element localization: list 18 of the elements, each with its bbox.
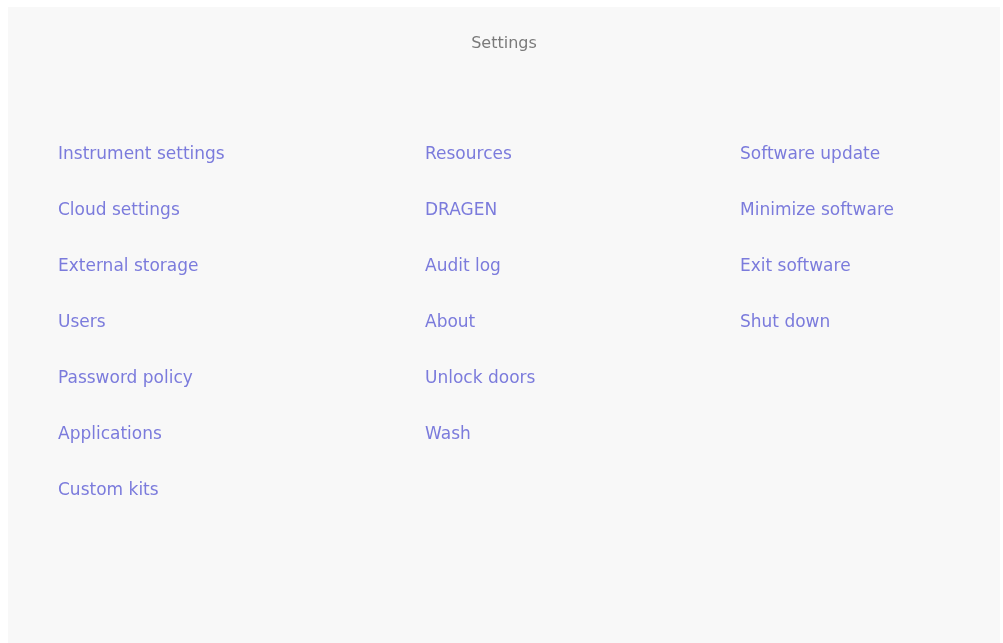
- settings-link[interactable]: About: [425, 293, 476, 349]
- settings-link[interactable]: External storage: [58, 237, 199, 293]
- settings-link[interactable]: Password policy: [58, 349, 193, 405]
- settings-link[interactable]: Minimize software: [740, 181, 894, 237]
- settings-link[interactable]: Shut down: [740, 293, 831, 349]
- settings-link[interactable]: Instrument settings: [58, 125, 225, 181]
- settings-link[interactable]: Cloud settings: [58, 181, 180, 237]
- settings-link[interactable]: Custom kits: [58, 461, 159, 517]
- settings-link[interactable]: Wash: [425, 405, 471, 461]
- settings-link[interactable]: Software update: [740, 125, 881, 181]
- settings-link[interactable]: DRAGEN: [425, 181, 498, 237]
- settings-link[interactable]: Users: [58, 293, 106, 349]
- page-title: Settings: [471, 33, 537, 52]
- settings-link[interactable]: Resources: [425, 125, 512, 181]
- settings-link[interactable]: Applications: [58, 405, 162, 461]
- settings-link[interactable]: Audit log: [425, 237, 501, 293]
- settings-link[interactable]: Unlock doors: [425, 349, 536, 405]
- settings-link[interactable]: Exit software: [740, 237, 851, 293]
